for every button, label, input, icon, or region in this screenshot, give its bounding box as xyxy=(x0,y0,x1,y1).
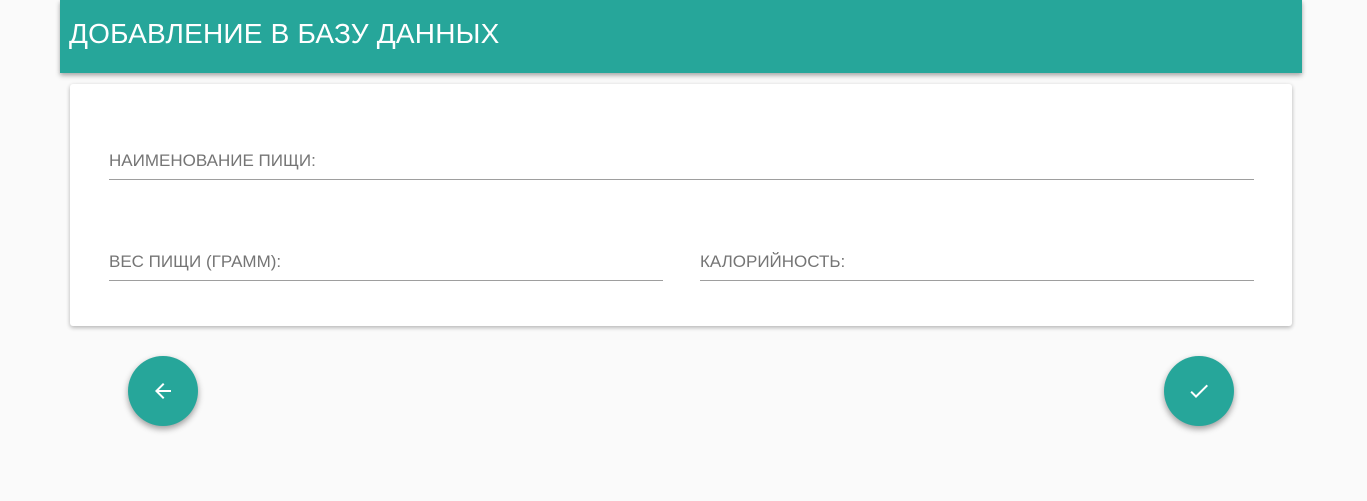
add-food-form-card: НАИМЕНОВАНИЕ ПИЩИ: ВЕС ПИЩИ (ГРАММ): КАЛ… xyxy=(70,84,1292,326)
confirm-button[interactable] xyxy=(1164,356,1234,426)
calories-input[interactable] xyxy=(700,251,1254,279)
app-header: ДОБАВЛЕНИЕ В БАЗУ ДАННЫХ xyxy=(60,0,1302,73)
calories-field[interactable]: КАЛОРИЙНОСТЬ: xyxy=(700,225,1254,281)
food-name-field[interactable]: НАИМЕНОВАНИЕ ПИЩИ: xyxy=(109,124,1254,180)
back-button[interactable] xyxy=(128,356,198,426)
food-name-input[interactable] xyxy=(109,150,1254,178)
food-weight-input[interactable] xyxy=(109,251,663,279)
page-title: ДОБАВЛЕНИЕ В БАЗУ ДАННЫХ xyxy=(69,18,500,49)
check-icon xyxy=(1190,384,1208,398)
arrow-back-icon xyxy=(155,383,171,399)
food-weight-field[interactable]: ВЕС ПИЩИ (ГРАММ): xyxy=(109,225,663,281)
